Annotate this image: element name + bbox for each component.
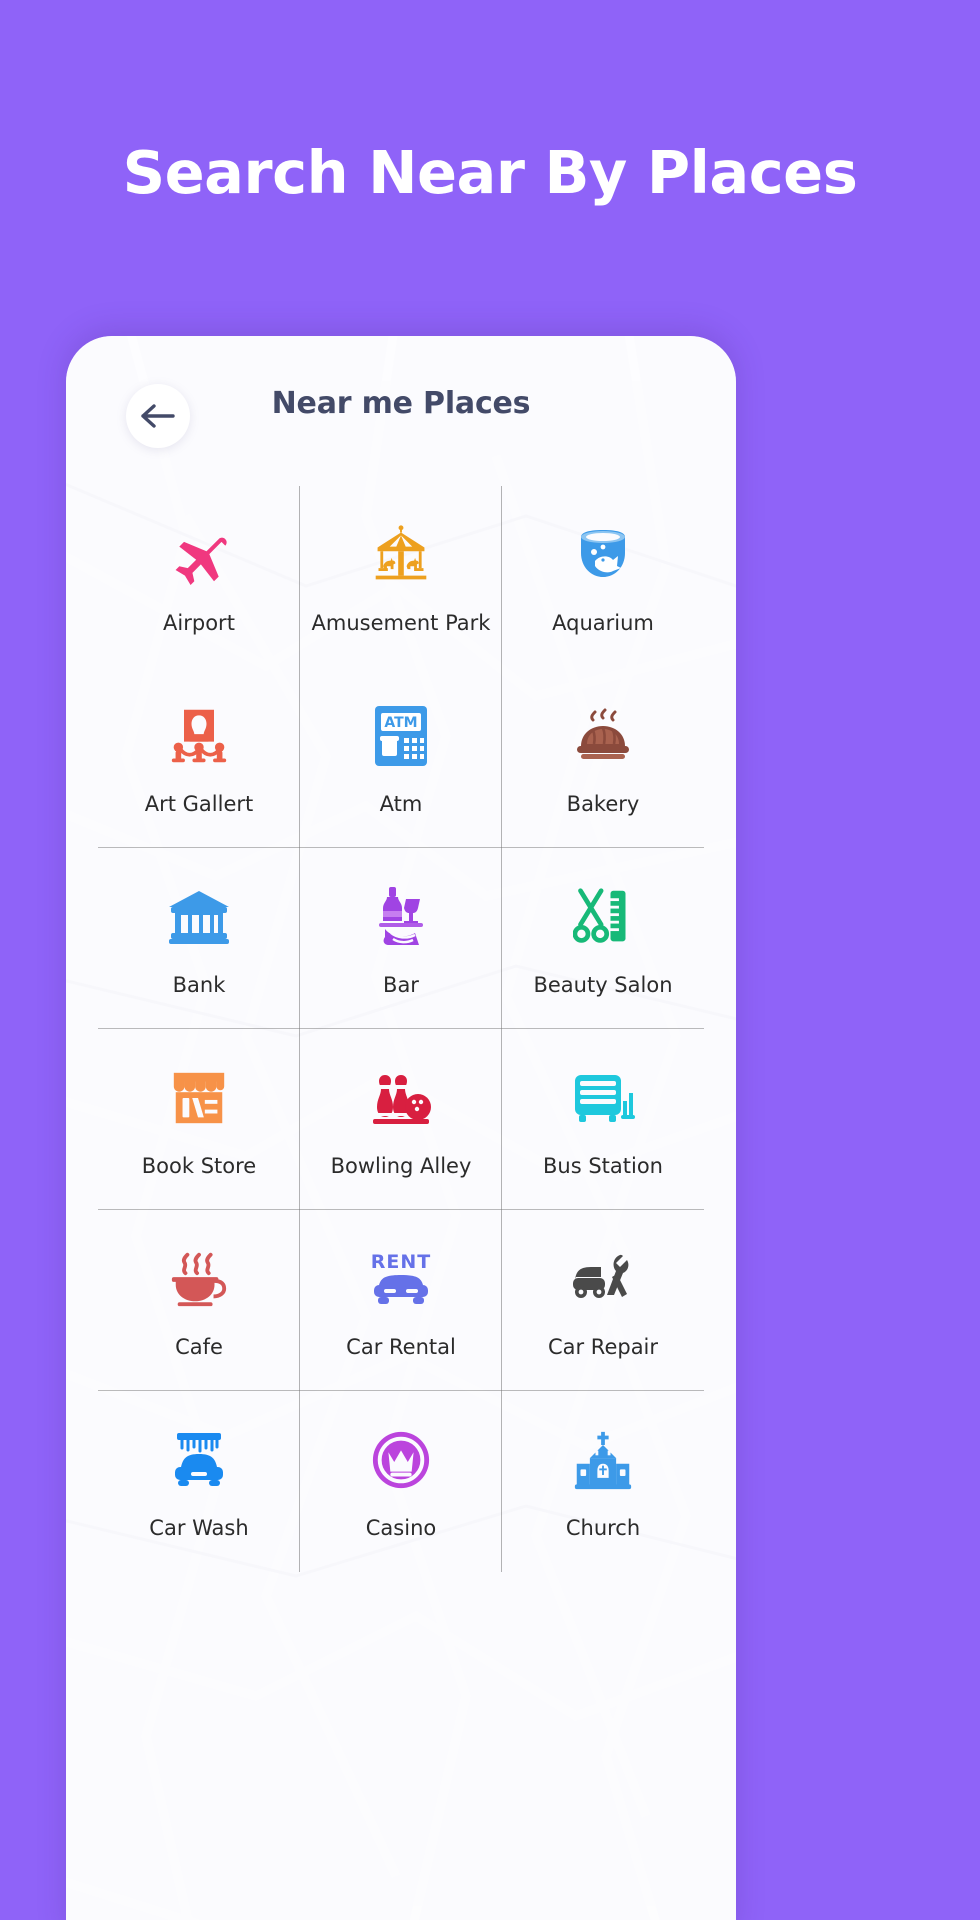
grid-item-label: Car Repair — [547, 1334, 659, 1359]
grid-item-beauty-salon[interactable]: Beauty Salon — [502, 848, 704, 1029]
grid-item-amusement-park[interactable]: Amusement Park — [300, 486, 502, 667]
grid-item-casino[interactable]: Casino — [300, 1391, 502, 1572]
grid-item-label: Bus Station — [543, 1153, 663, 1178]
grid-item-bus-station[interactable]: Bus Station — [502, 1029, 704, 1210]
carousel-icon — [365, 519, 437, 591]
places-grid: Airport Amusement Park Aquarium Art Gall… — [66, 486, 736, 1572]
grid-item-bowling-alley[interactable]: Bowling Alley — [300, 1029, 502, 1210]
book-shop-icon — [163, 1062, 235, 1134]
grid-item-bar[interactable]: Bar — [300, 848, 502, 1029]
car-wash-icon — [163, 1424, 235, 1496]
grid-item-book-store[interactable]: Book Store — [98, 1029, 300, 1210]
grid-item-label: Beauty Salon — [533, 972, 673, 997]
grid-item-bakery[interactable]: Bakery — [502, 667, 704, 848]
app-header: Near me Places — [66, 336, 736, 486]
bread-loaf-icon — [567, 700, 639, 772]
grid-item-label: Bakery — [566, 791, 640, 816]
grid-item-label: Art Gallert — [144, 791, 254, 816]
coffee-cup-icon — [163, 1243, 235, 1315]
rent-car-icon: RENT — [365, 1243, 437, 1315]
grid-item-cafe[interactable]: Cafe — [98, 1210, 300, 1391]
phone-preview-card: Near me Places Airport Amusement Park Aq… — [66, 336, 736, 1920]
grid-item-label: Atm — [379, 791, 423, 816]
grid-item-label: Book Store — [141, 1153, 257, 1178]
grid-item-airport[interactable]: Airport — [98, 486, 300, 667]
grid-item-label: Aquarium — [552, 610, 654, 635]
bank-building-icon — [163, 881, 235, 953]
atm-machine-icon: ATM — [365, 700, 437, 772]
grid-item-art-gallert[interactable]: Art Gallert — [98, 667, 300, 848]
grid-item-label: Cafe — [175, 1334, 223, 1359]
scissors-comb-icon — [567, 881, 639, 953]
app-title: Near me Places — [271, 386, 531, 421]
grid-item-car-repair[interactable]: Car Repair — [502, 1210, 704, 1391]
bowling-pins-icon — [365, 1062, 437, 1134]
bus-icon — [567, 1062, 639, 1134]
airplane-icon — [163, 519, 235, 591]
grid-item-bank[interactable]: Bank — [98, 848, 300, 1029]
svg-text:RENT: RENT — [371, 1251, 431, 1273]
grid-item-label: Casino — [365, 1515, 437, 1540]
grid-item-label: Car Wash — [149, 1515, 249, 1540]
grid-item-label: Bowling Alley — [330, 1153, 472, 1178]
crown-coin-icon — [365, 1424, 437, 1496]
art-gallery-icon — [163, 700, 235, 772]
grid-item-label: Airport — [163, 610, 235, 635]
car-wrench-icon — [567, 1243, 639, 1315]
grid-item-label: Bar — [383, 972, 419, 997]
page-title: Search Near By Places — [122, 138, 858, 207]
grid-item-label: Car Rental — [346, 1334, 456, 1359]
grid-item-church[interactable]: Church — [502, 1391, 704, 1572]
church-icon — [567, 1424, 639, 1496]
svg-text:ATM: ATM — [384, 715, 417, 731]
fishbowl-icon — [567, 519, 639, 591]
grid-item-aquarium[interactable]: Aquarium — [502, 486, 704, 667]
grid-item-car-wash[interactable]: Car Wash — [98, 1391, 300, 1572]
bottle-glass-icon — [365, 881, 437, 953]
grid-item-label: Bank — [172, 972, 226, 997]
grid-item-label: Church — [565, 1515, 641, 1540]
grid-item-atm[interactable]: ATM Atm — [300, 667, 502, 848]
grid-item-label: Amusement Park — [311, 610, 491, 635]
grid-item-car-rental[interactable]: RENT Car Rental — [300, 1210, 502, 1391]
